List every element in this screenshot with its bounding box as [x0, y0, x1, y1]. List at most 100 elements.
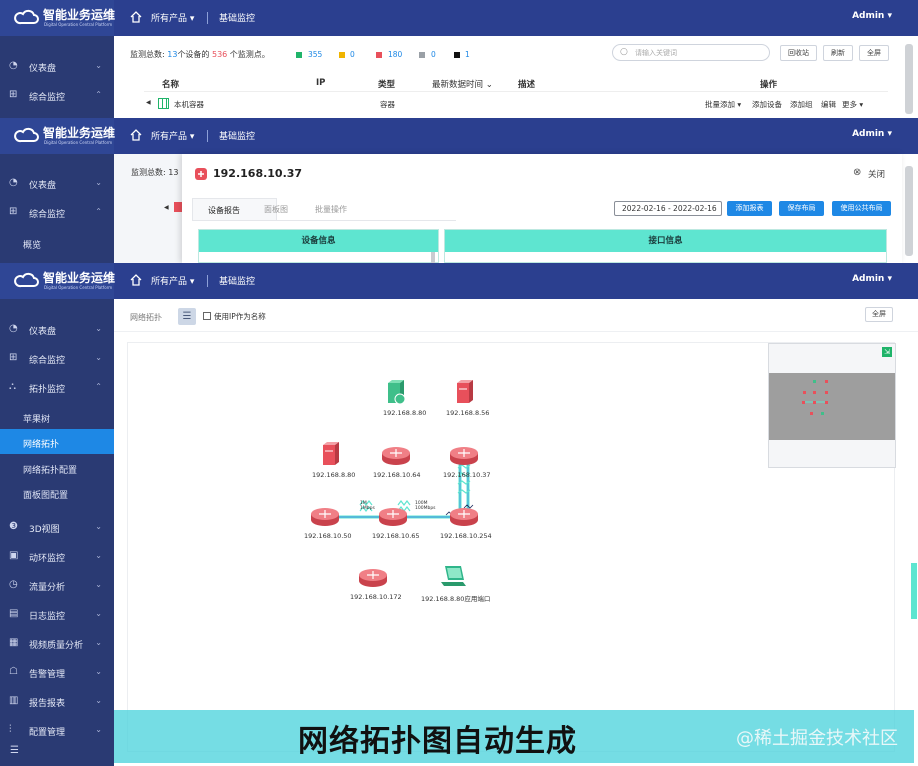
dashboard-icon: ◔ — [9, 60, 18, 71]
home-icon[interactable] — [130, 11, 142, 23]
panel-device-dialog: 智能业务运维 Digital Operation Central Platfor… — [0, 118, 918, 264]
basic-monitor-link[interactable]: 基础监控 — [219, 11, 255, 24]
basic-monitor-link[interactable]: 基础监控 — [219, 129, 255, 142]
sidebar-item-alarm[interactable]: ☖ 告警管理 ⌄ — [0, 658, 114, 686]
nav-divider — [207, 275, 208, 287]
chevron-down-icon: ⌄ — [95, 667, 102, 676]
router-node-icon[interactable] — [449, 507, 479, 527]
laptop-node-icon[interactable] — [439, 564, 467, 590]
sidebar-item-traffic[interactable]: ◷ 流量分析 ⌄ — [0, 571, 114, 599]
brand-logo[interactable]: 智能业务运维 Digital Operation Central Platfor… — [0, 0, 116, 36]
alarm-icon: ☖ — [9, 666, 18, 677]
router-node-icon[interactable] — [381, 446, 411, 466]
main-content: 监测总数: 13个设备的 536 个监测点。 355 0 180 0 1 ○ 请… — [114, 36, 918, 118]
sidebar: ◔ 仪表盘 ⌄ ⊞ 综合监控 ⌄ ⛬ 拓扑监控 ⌃ 苹果树 网络拓扑 网络拓扑配… — [0, 299, 114, 766]
server-node-icon[interactable] — [386, 380, 406, 406]
user-menu[interactable]: Admin ▾ — [852, 274, 892, 284]
sidebar: ◔ 仪表盘 ⌄ ⊞ 综合监控 ⌃ 概览 — [0, 154, 114, 263]
side-tab[interactable] — [911, 563, 917, 619]
home-icon[interactable] — [130, 129, 142, 141]
brand-name: 智能业务运维 — [43, 8, 116, 22]
brand-logo[interactable]: 智能业务运维 Digital Operation Central Platfor… — [0, 263, 115, 299]
sidebar-item-monitor[interactable]: ⊞ 综合监控 ⌄ — [0, 344, 114, 372]
user-menu[interactable]: Admin ▾ — [852, 11, 892, 21]
brand-logo[interactable]: 智能业务运维 Digital Operation Central Platfor… — [0, 118, 116, 154]
sidebar-item-report[interactable]: ▥ 报告报表 ⌄ — [0, 687, 114, 715]
node-label: 192.168.8.80 — [312, 471, 356, 479]
sidebar-item-config[interactable]: ⫶ 配置管理 ⌄ — [0, 716, 114, 744]
expand-triangle-icon[interactable]: ◀ — [164, 204, 169, 211]
fullscreen-button[interactable]: 全屏 — [859, 45, 889, 61]
search-input[interactable]: ○ 请输入关键词 — [612, 44, 770, 61]
ip-name-checkbox[interactable] — [203, 312, 211, 320]
minimap-viewport[interactable] — [769, 373, 895, 440]
close-button[interactable]: 关闭 — [868, 168, 885, 180]
sidebar-item-monitor[interactable]: ⊞ 综合监控 ⌃ — [0, 198, 114, 226]
minimap-toggle-icon[interactable]: ⇲ — [882, 347, 892, 357]
minimap[interactable]: ⇲ — [768, 343, 896, 468]
sidebar-item-video[interactable]: ▦ 视频质量分析 ⌄ — [0, 629, 114, 657]
container-icon — [158, 98, 169, 109]
config-icon: ⫶ — [9, 724, 12, 735]
brand-subtitle: Digital Operation Central Platform — [44, 285, 113, 290]
add-report-button[interactable]: 添加报表 — [727, 201, 772, 216]
router-status-icon — [195, 168, 207, 180]
fullscreen-button[interactable]: 全屏 — [865, 307, 893, 322]
nav-divider — [207, 12, 208, 24]
date-range-picker[interactable]: 2022-02-16 - 2022-02-16 — [614, 201, 722, 216]
sidebar-item-apple-tree[interactable]: 苹果树 — [0, 404, 114, 429]
sidebar-item-topology-config[interactable]: 网络拓扑配置 — [0, 455, 114, 480]
video-icon: ▦ — [9, 637, 19, 648]
use-public-layout-button[interactable]: 使用公共布局 — [832, 201, 891, 216]
save-layout-button[interactable]: 保存布局 — [779, 201, 824, 216]
home-icon[interactable] — [130, 274, 142, 286]
collapse-menu-icon[interactable]: ☰ — [10, 745, 19, 756]
node-label: 192.168.10.50 — [304, 532, 352, 540]
router-node-icon[interactable] — [378, 507, 408, 527]
scrollbar[interactable] — [905, 44, 913, 114]
brand-name: 智能业务运维 — [43, 126, 116, 140]
refresh-button[interactable]: 刷新 — [823, 45, 853, 61]
basic-monitor-link[interactable]: 基础监控 — [219, 274, 255, 287]
server-node-icon[interactable] — [455, 380, 473, 406]
server-node-icon[interactable] — [321, 442, 339, 468]
user-menu[interactable]: Admin ▾ — [852, 129, 892, 139]
tab-panel-view[interactable]: 面板图 — [264, 204, 288, 215]
router-node-icon[interactable] — [449, 446, 479, 466]
chevron-down-icon: ⌄ — [95, 696, 102, 705]
caption-banner: 网络拓扑图自动生成 @稀土掘金技术社区 — [114, 710, 914, 763]
products-dropdown[interactable]: 所有产品 ▾ — [151, 11, 194, 24]
recycle-bin-button[interactable]: 回收站 — [780, 45, 817, 61]
sidebar-item-log[interactable]: ▤ 日志监控 ⌄ — [0, 600, 114, 628]
close-icon[interactable]: ⊗ — [853, 167, 861, 178]
chevron-down-icon: ⌄ — [95, 178, 102, 187]
sidebar-item-monitor[interactable]: ⊞ 综合监控 ⌃ — [0, 81, 114, 109]
dashboard-icon: ◔ — [9, 177, 18, 188]
sidebar-item-dashboard[interactable]: ◔ 仪表盘 ⌄ — [0, 315, 114, 343]
interface-info-header: 接口信息 — [445, 230, 886, 252]
topology-canvas[interactable]: 1M 1Mbps 100M 100Mbps 192.168.8.80 192.1… — [127, 342, 896, 752]
device-dialog: 192.168.10.37 ⊗ 关闭 设备报告 面板图 批量操作 2022-02… — [182, 154, 902, 264]
nav-divider — [207, 130, 208, 142]
chevron-up-icon: ⌃ — [95, 207, 102, 216]
main-content-behind: 监测总数: 13 ◀ — [114, 154, 184, 263]
expand-triangle-icon[interactable]: ◀ — [146, 99, 151, 106]
cloud-logo-icon — [14, 127, 39, 143]
router-node-icon[interactable] — [310, 507, 340, 527]
router-node-icon[interactable] — [358, 568, 388, 588]
sidebar-item-env-monitor[interactable]: ▣ 动环监控 ⌄ — [0, 542, 114, 570]
sidebar-item-3d-view[interactable]: ❸ 3D视图 ⌄ — [0, 513, 114, 541]
chevron-down-icon: ⌄ — [95, 324, 102, 333]
sidebar-item-panel-config[interactable]: 面板图配置 — [0, 480, 114, 505]
products-dropdown[interactable]: 所有产品 ▾ — [151, 274, 194, 287]
scrollbar[interactable] — [905, 166, 913, 256]
sidebar-item-dashboard[interactable]: ◔ 仪表盘 ⌄ — [0, 52, 114, 80]
products-dropdown[interactable]: 所有产品 ▾ — [151, 129, 194, 142]
tab-batch-ops[interactable]: 批量操作 — [315, 204, 347, 215]
sidebar-item-network-topology[interactable]: 网络拓扑 — [0, 429, 114, 454]
sidebar-item-dashboard[interactable]: ◔ 仪表盘 ⌄ — [0, 169, 114, 197]
sidebar-item-topology[interactable]: ⛬ 拓扑监控 ⌃ — [0, 373, 114, 401]
sidebar-item-overview[interactable]: 概览 — [0, 230, 114, 255]
status-dot-disabled — [454, 52, 460, 58]
list-toggle-icon[interactable]: ☰ — [178, 308, 196, 325]
